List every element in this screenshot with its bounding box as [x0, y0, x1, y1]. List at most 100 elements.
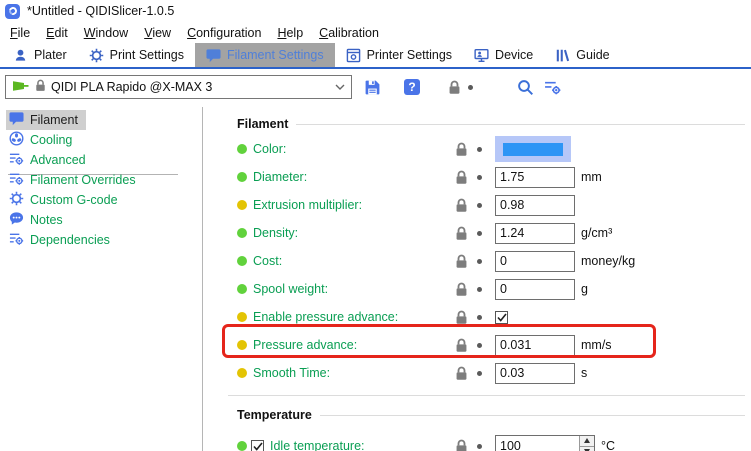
compare-settings-icon[interactable] — [544, 79, 561, 96]
menu-file[interactable]: File — [2, 24, 38, 42]
unit-label: money/kg — [581, 254, 635, 268]
sliders-gear-icon — [9, 151, 24, 169]
sidebar-item-advanced[interactable]: Advanced — [6, 150, 94, 170]
fan-icon — [9, 131, 24, 149]
menu-calibration[interactable]: Calibration — [311, 24, 387, 42]
revert-dot — [477, 315, 482, 320]
printer-icon — [346, 48, 361, 63]
setting-state-bullet — [237, 144, 247, 154]
preset-name: QIDI PLA Rapido @X-MAX 3 — [51, 80, 330, 94]
lock-icon[interactable] — [455, 142, 468, 157]
idle-temperature-input[interactable] — [496, 436, 579, 451]
help-button[interactable]: ? — [404, 79, 420, 95]
tab-device[interactable]: Device — [463, 43, 544, 67]
search-icon[interactable] — [517, 79, 534, 96]
lock-icon[interactable] — [448, 80, 461, 95]
setting-row-density: Density: g/cm³ — [204, 219, 751, 247]
menu-window[interactable]: Window — [76, 24, 136, 42]
extrusion-multiplier-input[interactable] — [495, 195, 575, 216]
unit-label: °C — [601, 439, 615, 451]
spinner-down-button[interactable] — [580, 447, 594, 451]
title-bar: *Untitled - QIDISlicer-1.0.5 — [0, 0, 751, 22]
setting-label: Diameter: — [253, 170, 455, 184]
setting-row-color: Color: — [204, 135, 751, 163]
idle-temperature-spinner — [495, 435, 595, 451]
idle-temperature-checkbox[interactable] — [251, 440, 264, 451]
sidebar-item-filament[interactable]: Filament — [6, 110, 86, 130]
menu-help[interactable]: Help — [269, 24, 311, 42]
enable-pressure-advance-checkbox[interactable] — [495, 311, 508, 324]
section-divider-line — [296, 124, 745, 125]
color-swatch — [503, 143, 563, 156]
setting-label: Cost: — [253, 254, 455, 268]
chevron-down-icon — [335, 80, 345, 94]
lock-icon[interactable] — [455, 226, 468, 241]
setting-label: Spool weight: — [253, 282, 455, 296]
cost-input[interactable] — [495, 251, 575, 272]
preset-toolbar: QIDI PLA Rapido @X-MAX 3 ? — [0, 69, 751, 105]
setting-label: Smooth Time: — [253, 366, 455, 380]
lock-icon[interactable] — [455, 310, 468, 325]
pressure-advance-input[interactable] — [495, 335, 575, 356]
section-end-divider — [228, 395, 745, 396]
sidebar-item-filament-overrides[interactable]: Filament Overrides — [6, 170, 144, 190]
unit-label: g — [581, 282, 588, 296]
menu-configuration[interactable]: Configuration — [179, 24, 269, 42]
settings-category-tree: Filament Cooling Advanced Filament Overr… — [0, 107, 203, 451]
sidebar-item-notes[interactable]: Notes — [6, 210, 71, 230]
lock-icon[interactable] — [455, 366, 468, 381]
setting-state-bullet — [237, 228, 247, 238]
content-area: Filament Cooling Advanced Filament Overr… — [0, 107, 751, 451]
tab-label: Plater — [34, 48, 67, 62]
setting-label: Enable pressure advance: — [253, 310, 455, 324]
color-picker-button[interactable] — [495, 136, 571, 162]
tab-label: Guide — [576, 48, 609, 62]
density-input[interactable] — [495, 223, 575, 244]
lock-icon[interactable] — [455, 170, 468, 185]
revert-dot — [477, 259, 482, 264]
unit-label: mm — [581, 170, 602, 184]
sidebar-item-cooling[interactable]: Cooling — [6, 130, 80, 150]
sidebar-item-custom-gcode[interactable]: Custom G-code — [6, 190, 126, 210]
sidebar-item-dependencies[interactable]: Dependencies — [6, 230, 118, 250]
tab-plater[interactable]: Plater — [2, 43, 78, 67]
setting-row-smooth-time: Smooth Time: s — [204, 359, 751, 387]
window-title: *Untitled - QIDISlicer-1.0.5 — [27, 4, 174, 18]
tab-print-settings[interactable]: Print Settings — [78, 43, 195, 67]
setting-state-bullet — [237, 368, 247, 378]
menu-edit[interactable]: Edit — [38, 24, 76, 42]
smooth-time-input[interactable] — [495, 363, 575, 384]
setting-row-pressure-advance: Pressure advance: mm/s — [204, 331, 751, 359]
preset-lock-icon — [35, 79, 46, 95]
setting-label: Color: — [253, 142, 455, 156]
monitor-icon — [474, 48, 489, 63]
diameter-input[interactable] — [495, 167, 575, 188]
sliders-gear-icon — [9, 231, 24, 249]
filament-bubble-icon — [206, 48, 221, 63]
section-header-filament: Filament — [237, 113, 745, 135]
tab-filament-settings[interactable]: Filament Settings — [195, 43, 335, 67]
menu-view[interactable]: View — [136, 24, 179, 42]
setting-row-cost: Cost: money/kg — [204, 247, 751, 275]
tab-printer-settings[interactable]: Printer Settings — [335, 43, 463, 67]
lock-icon[interactable] — [455, 439, 468, 451]
save-preset-button[interactable] — [364, 79, 381, 96]
lock-icon[interactable] — [455, 254, 468, 269]
tab-label: Device — [495, 48, 533, 62]
lock-icon[interactable] — [455, 338, 468, 353]
revert-dot — [477, 287, 482, 292]
lock-icon[interactable] — [455, 282, 468, 297]
filament-preset-dropdown[interactable]: QIDI PLA Rapido @X-MAX 3 — [5, 75, 352, 99]
spinner-up-button[interactable] — [580, 436, 594, 447]
tab-label: Print Settings — [110, 48, 184, 62]
revert-dot — [477, 147, 482, 152]
revert-dot — [477, 371, 482, 376]
section-header-temperature: Temperature — [237, 404, 745, 426]
lock-icon[interactable] — [455, 198, 468, 213]
spool-weight-input[interactable] — [495, 279, 575, 300]
setting-state-bullet — [237, 312, 247, 322]
revert-dot — [477, 175, 482, 180]
sidebar-item-label: Filament — [30, 113, 78, 127]
revert-dot — [477, 444, 482, 449]
tab-guide[interactable]: Guide — [544, 43, 620, 67]
